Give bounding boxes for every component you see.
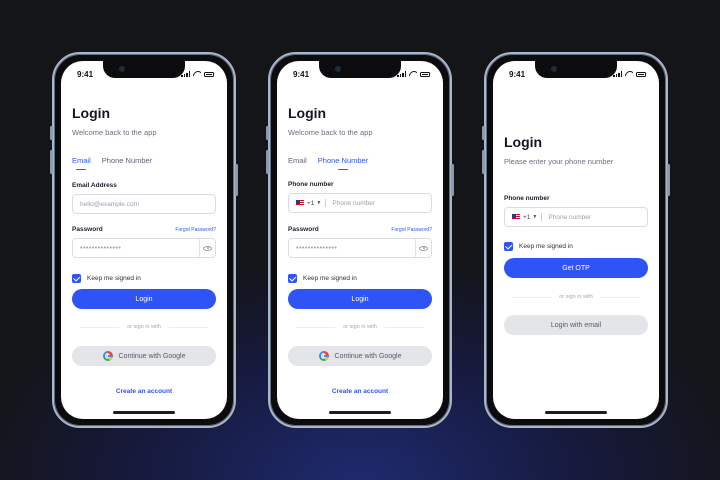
phone-otp-login: 9:41 Login Please enter your phone numbe…: [482, 52, 670, 428]
get-otp-button[interactable]: Get OTP: [504, 258, 648, 278]
keep-signed-in-label: Keep me signed in: [87, 275, 141, 282]
battery-icon: [636, 71, 646, 77]
status-time: 9:41: [77, 70, 94, 79]
or-sign-in-with: or sign in with: [288, 323, 432, 331]
email-label: Email Address: [72, 182, 117, 189]
signal-icon: [181, 71, 190, 77]
wifi-icon: [409, 71, 417, 77]
email-placeholder: hello@example.com: [80, 200, 139, 208]
create-account-link[interactable]: Create an account: [277, 388, 443, 395]
battery-icon: [204, 71, 214, 77]
checkbox-checked-icon[interactable]: [72, 274, 81, 283]
tab-email[interactable]: Email: [288, 156, 307, 170]
google-icon: [102, 351, 113, 361]
home-indicator: [545, 411, 607, 414]
status-bar: 9:41: [61, 70, 227, 80]
eye-icon[interactable]: [415, 239, 431, 257]
phone-number-label: Phone number: [504, 195, 550, 202]
phone-email-login: 9:41 Login Welcome back to the app Email…: [50, 52, 238, 428]
wifi-icon: [193, 71, 201, 77]
page-subtitle: Welcome back to the app: [72, 128, 157, 137]
country-code[interactable]: +1: [523, 214, 530, 221]
tab-email[interactable]: Email: [72, 156, 91, 170]
phone-number-input[interactable]: +1 ▼ Phone number: [504, 207, 648, 227]
login-tabs: Email Phone Number: [72, 156, 152, 170]
chevron-down-icon[interactable]: ▼: [532, 214, 537, 220]
keep-signed-in-checkbox[interactable]: Keep me signed in: [72, 274, 141, 283]
google-button-label: Continue with Google: [334, 352, 402, 360]
password-value: ••••••••••••••: [296, 244, 338, 252]
keep-signed-in-label: Keep me signed in: [519, 243, 573, 250]
or-sign-in-with: or sign in with: [72, 323, 216, 331]
home-indicator: [329, 411, 391, 414]
login-button[interactable]: Login: [288, 289, 432, 309]
screen: 9:41 Login Welcome back to the app Email…: [61, 61, 227, 419]
login-tabs: Email Phone Number: [288, 156, 368, 170]
forgot-password-link[interactable]: Forgot Password?: [391, 227, 432, 233]
status-time: 9:41: [293, 70, 310, 79]
password-label: Password: [72, 226, 103, 233]
screen: 9:41 Login Welcome back to the app Email…: [277, 61, 443, 419]
page-subtitle: Welcome back to the app: [288, 128, 373, 137]
us-flag-icon[interactable]: [512, 214, 520, 220]
phone-placeholder: Phone number: [548, 213, 592, 221]
phone-placeholder: Phone number: [332, 199, 376, 207]
tab-phone-number[interactable]: Phone Number: [102, 156, 152, 170]
status-bar: 9:41: [277, 70, 443, 80]
keep-signed-in-checkbox[interactable]: Keep me signed in: [288, 274, 357, 283]
password-label: Password: [288, 226, 319, 233]
signal-icon: [613, 71, 622, 77]
google-icon: [318, 351, 329, 361]
battery-icon: [420, 71, 430, 77]
status-time: 9:41: [509, 70, 526, 79]
signal-icon: [397, 71, 406, 77]
status-bar: 9:41: [493, 70, 659, 80]
continue-with-google-button[interactable]: Continue with Google: [72, 346, 216, 366]
email-input[interactable]: hello@example.com: [72, 194, 216, 214]
page-title: Login: [288, 105, 327, 121]
page-subtitle: Please enter your phone number: [504, 157, 614, 166]
wifi-icon: [625, 71, 633, 77]
continue-with-google-button[interactable]: Continue with Google: [288, 346, 432, 366]
eye-icon[interactable]: [199, 239, 215, 257]
page-title: Login: [72, 105, 111, 121]
tab-phone-number[interactable]: Phone Number: [318, 156, 368, 170]
google-button-label: Continue with Google: [118, 352, 186, 360]
screen: 9:41 Login Please enter your phone numbe…: [493, 61, 659, 419]
home-indicator: [113, 411, 175, 414]
or-sign-in-with: or sign in with: [504, 293, 648, 301]
keep-signed-in-checkbox[interactable]: Keep me signed in: [504, 242, 573, 251]
checkbox-checked-icon[interactable]: [504, 242, 513, 251]
us-flag-icon[interactable]: [296, 200, 304, 206]
password-input[interactable]: ••••••••••••••: [288, 238, 432, 258]
login-button[interactable]: Login: [72, 289, 216, 309]
country-code[interactable]: +1: [307, 200, 314, 207]
phone-number-login: 9:41 Login Welcome back to the app Email…: [266, 52, 454, 428]
login-with-email-button[interactable]: Login with email: [504, 315, 648, 335]
forgot-password-link[interactable]: Forgot Password?: [175, 227, 216, 233]
password-value: ••••••••••••••: [80, 244, 122, 252]
page-title: Login: [504, 134, 543, 150]
password-input[interactable]: ••••••••••••••: [72, 238, 216, 258]
chevron-down-icon[interactable]: ▼: [316, 200, 321, 206]
phone-number-label: Phone number: [288, 181, 334, 188]
checkbox-checked-icon[interactable]: [288, 274, 297, 283]
phone-number-input[interactable]: +1 ▼ Phone number: [288, 193, 432, 213]
keep-signed-in-label: Keep me signed in: [303, 275, 357, 282]
create-account-link[interactable]: Create an account: [61, 388, 227, 395]
